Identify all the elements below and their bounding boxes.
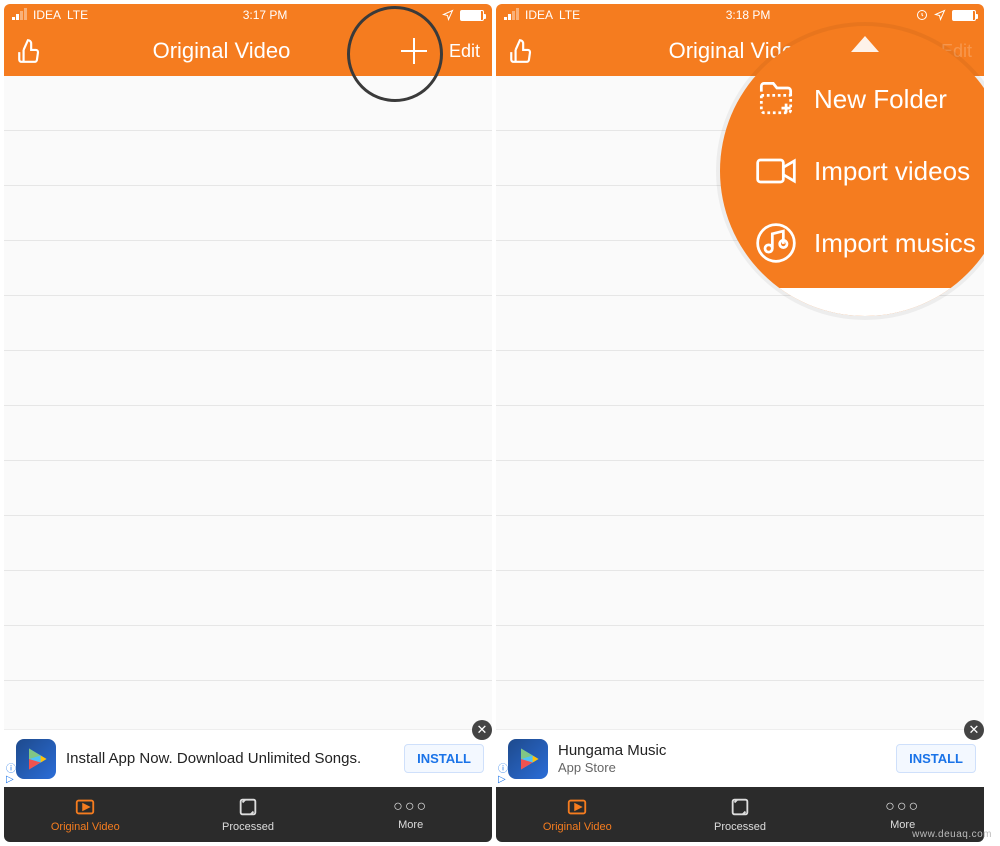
network-label: LTE [67, 8, 88, 22]
location-icon [934, 9, 946, 21]
tab-label: Processed [222, 821, 274, 833]
signal-icon [12, 10, 27, 20]
ad-banner[interactable]: ⓘ▷ Hungama Music App Store INSTALL ✕ [496, 729, 984, 787]
menu-item-label: New Folder [814, 84, 947, 115]
tab-label: More [398, 819, 423, 831]
tab-label: Processed [714, 821, 766, 833]
more-icon: ○○○ [885, 798, 920, 816]
battery-icon [460, 10, 484, 21]
tab-label: Original Video [51, 821, 120, 833]
page-title: Original Video [42, 38, 401, 64]
tab-original-video[interactable]: Original Video [4, 787, 167, 842]
install-button[interactable]: INSTALL [896, 744, 976, 773]
clock-label: 3:17 PM [243, 8, 288, 22]
more-icon: ○○○ [393, 798, 428, 816]
ad-close-button[interactable]: ✕ [964, 720, 984, 740]
music-icon [754, 221, 798, 265]
tab-bar: Original Video Processed ○○○ More [496, 787, 984, 842]
install-button[interactable]: INSTALL [404, 744, 484, 773]
menu-new-folder[interactable]: New Folder [754, 63, 984, 135]
ad-text: Install App Now. Download Unlimited Song… [66, 750, 404, 768]
like-button[interactable] [508, 38, 534, 64]
carrier-label: IDEA [33, 8, 61, 22]
add-menu-popup: New Folder Import videos Import musics [720, 26, 984, 316]
menu-import-videos[interactable]: Import videos [754, 135, 984, 207]
folder-plus-icon [754, 77, 798, 121]
adchoices-icon[interactable]: ⓘ▷ [498, 765, 508, 785]
ad-app-icon [508, 739, 548, 779]
carrier-label: IDEA [525, 8, 553, 22]
clock-label: 3:18 PM [726, 8, 771, 22]
ad-banner[interactable]: ⓘ▷ Install App Now. Download Unlimited S… [4, 729, 492, 787]
add-button[interactable] [401, 38, 427, 64]
battery-icon [952, 10, 976, 21]
tab-processed[interactable]: Processed [167, 787, 330, 842]
tab-label: Original Video [543, 821, 612, 833]
like-button[interactable] [16, 38, 42, 64]
tab-more[interactable]: ○○○ More [329, 787, 492, 842]
screenshot-1: IDEA LTE 3:17 PM Original Video Edit [4, 4, 492, 842]
status-bar: IDEA LTE 3:17 PM [4, 4, 492, 26]
network-label: LTE [559, 8, 580, 22]
status-bar: IDEA LTE 3:18 PM [496, 4, 984, 26]
tab-original-video[interactable]: Original Video [496, 787, 659, 842]
ad-app-icon [16, 739, 56, 779]
nav-bar: Original Video Edit [4, 26, 492, 76]
ad-close-button[interactable]: ✕ [472, 720, 492, 740]
orientation-lock-icon [916, 9, 928, 21]
signal-icon [504, 10, 519, 20]
menu-item-label: Import videos [814, 156, 970, 187]
edit-button[interactable]: Edit [449, 41, 480, 62]
menu-item-label: Import musics [814, 228, 976, 259]
menu-import-musics[interactable]: Import musics [754, 207, 984, 279]
tab-processed[interactable]: Processed [659, 787, 822, 842]
location-icon [442, 9, 454, 21]
watermark-label: www.deuaq.com [912, 829, 992, 840]
video-icon [754, 149, 798, 193]
ad-text: Hungama Music App Store [558, 742, 896, 776]
content-area [4, 76, 492, 729]
tab-bar: Original Video Processed ○○○ More [4, 787, 492, 842]
screenshot-2: IDEA LTE 3:18 PM Original Video Edit [496, 4, 984, 842]
adchoices-icon[interactable]: ⓘ▷ [6, 765, 16, 785]
